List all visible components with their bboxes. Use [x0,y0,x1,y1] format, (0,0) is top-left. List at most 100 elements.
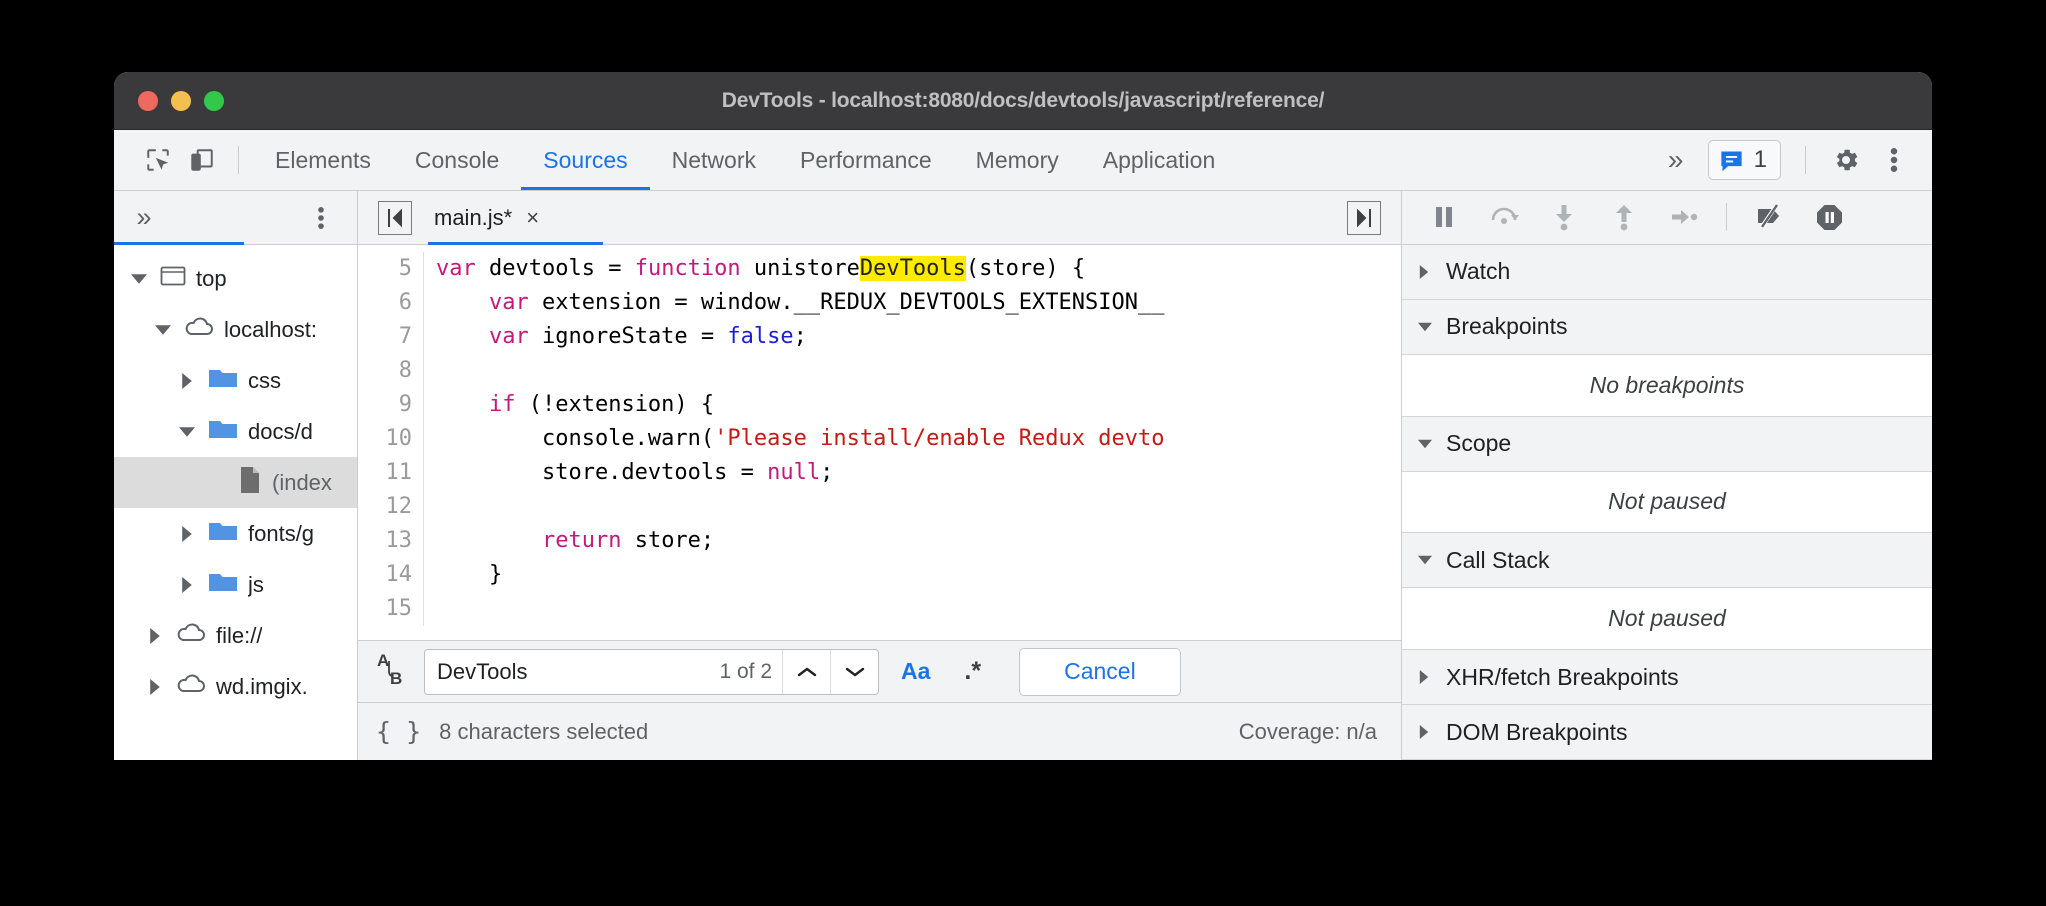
search-prev-button[interactable] [782,650,830,694]
twisty-open-icon[interactable] [176,421,198,443]
navigator-kebab-icon[interactable] [299,196,343,240]
folder-icon [208,366,238,396]
step-over-next-function-call-button[interactable] [1476,195,1532,239]
section-header-call-stack[interactable]: Call Stack [1402,533,1932,588]
twisty-closed-icon[interactable] [144,676,166,698]
tree-item-label: css [248,368,281,394]
tab-application[interactable]: Application [1081,130,1238,190]
svg-text:A: A [377,651,389,670]
pretty-print-icon[interactable]: { } [376,717,421,746]
section-header-xhr-fetch-breakpoints[interactable]: XHR/fetch Breakpoints [1402,650,1932,705]
pause-on-exceptions-button[interactable] [1801,195,1857,239]
window-titlebar: DevTools - localhost:8080/docs/devtools/… [114,72,1932,130]
line-number: 15 [358,592,412,626]
section-header-watch[interactable]: Watch [1402,245,1932,300]
deactivate-breakpoints-button[interactable] [1741,195,1797,239]
breakpoints-empty-text: No breakpoints [1402,355,1932,417]
code-token: function [635,256,741,281]
match-case-toggle[interactable]: Aa [889,658,942,685]
code-lines[interactable]: var devtools = function unistoreDevTools… [424,252,1401,626]
section-header-breakpoints[interactable]: Breakpoints [1402,300,1932,355]
twisty-open-icon[interactable] [152,319,174,341]
code-token: } [436,562,502,587]
code-token: 'Please install/enable Redux devto [714,426,1164,451]
code-token: null [767,460,820,485]
device-toolbar-icon[interactable] [180,138,224,182]
tab-console[interactable]: Console [393,130,521,190]
editor-tabbar: main.js* × [358,191,1401,245]
tree-item-wd-imgix[interactable]: wd.imgix. [114,661,357,712]
code-token: var [489,290,529,315]
section-title: Scope [1446,430,1511,457]
cancel-search-button[interactable]: Cancel [1019,648,1181,696]
close-window-button[interactable] [138,91,158,111]
tree-item-label: file:// [216,623,262,649]
more-tabs-chevron-icon[interactable]: » [1654,138,1698,182]
tree-item-docs[interactable]: docs/d [114,406,357,457]
show-navigator-icon[interactable] [378,201,412,235]
step-into-next-function-call-button[interactable] [1536,195,1592,239]
tree-item-fonts[interactable]: fonts/g [114,508,357,559]
settings-gear-icon[interactable] [1824,138,1868,182]
twisty-open-icon[interactable] [128,268,150,290]
window-title: DevTools - localhost:8080/docs/devtools/… [114,89,1932,113]
tree-item-label: top [196,266,227,292]
replace-toggle-icon[interactable]: A B [376,650,410,693]
show-debugger-icon[interactable] [1347,201,1381,235]
tab-memory[interactable]: Memory [954,130,1081,190]
search-match-highlight: DevTools [860,256,966,281]
navigator-pane: » [114,191,358,760]
folder-icon [208,417,238,447]
navigator-more-tabs-chevron-icon[interactable]: » [122,196,166,240]
twisty-closed-icon[interactable] [144,625,166,647]
debugger-sidebar: Watch Breakpoints No breakpoints Scope [1402,191,1932,760]
tab-network[interactable]: Network [650,130,778,190]
section-title: Watch [1446,258,1510,285]
search-next-button[interactable] [830,650,878,694]
step-out-of-current-function-button[interactable] [1596,195,1652,239]
zoom-window-button[interactable] [204,91,224,111]
tree-item-localhost[interactable]: localhost: [114,304,357,355]
editor-tab-mainjs[interactable]: main.js* × [420,191,553,244]
code-token: if [489,392,516,417]
twisty-closed-icon[interactable] [176,523,198,545]
code-token: console.warn( [436,426,714,451]
tree-item-top[interactable]: top [114,253,357,304]
tree-item-js[interactable]: js [114,559,357,610]
code-editor[interactable]: 5 6 7 8 9 10 11 12 13 14 15 var dev [358,245,1401,640]
search-field[interactable]: DevTools 1 of 2 [424,649,879,695]
tree-item-index-selected[interactable]: (index [114,457,357,508]
editor-column: main.js* × 5 6 7 [358,191,1402,760]
code-token: return [542,528,621,553]
section-header-scope[interactable]: Scope [1402,417,1932,472]
call-stack-empty-text: Not paused [1402,588,1932,650]
tree-item-file-protocol[interactable]: file:// [114,610,357,661]
inspect-element-icon[interactable] [136,138,180,182]
tab-elements[interactable]: Elements [253,130,393,190]
twisty-closed-icon[interactable] [176,574,198,596]
line-number: 6 [358,286,412,320]
section-header-dom-breakpoints[interactable]: DOM Breakpoints [1402,705,1932,760]
twisty-closed-icon[interactable] [176,370,198,392]
tree-item-label: (index [272,470,332,496]
editor-tab-label: main.js* [434,205,512,231]
code-token [436,324,489,349]
resume-script-execution-button[interactable] [1416,195,1472,239]
twisty-none [206,472,228,494]
code-token: extension = window.__REDUX_DEVTOOLS_EXTE… [529,290,1165,315]
customize-devtools-kebab-icon[interactable] [1872,138,1916,182]
traffic-lights [114,91,224,111]
minimize-window-button[interactable] [171,91,191,111]
step-button[interactable] [1656,195,1712,239]
search-input[interactable]: DevTools [425,650,719,694]
tab-sources[interactable]: Sources [521,130,649,190]
close-icon[interactable]: × [526,205,539,231]
tab-performance[interactable]: Performance [778,130,954,190]
tree-item-css[interactable]: css [114,355,357,406]
console-messages-badge[interactable]: 1 [1708,140,1781,180]
frame-icon [160,265,186,293]
line-number: 8 [358,354,412,388]
editor-status-bar: { } 8 characters selected Coverage: n/a [358,702,1401,760]
code-token: (!extension) { [515,392,714,417]
use-regex-toggle[interactable]: .* [952,657,993,686]
